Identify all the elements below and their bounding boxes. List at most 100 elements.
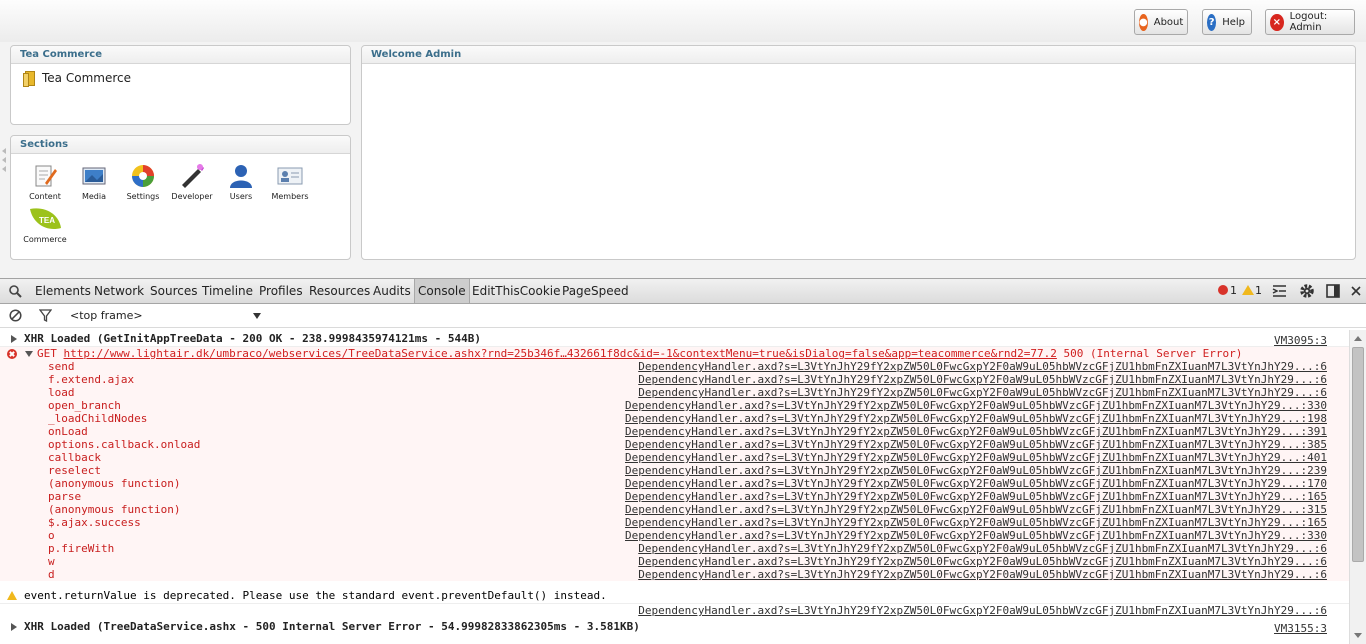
tab-elements[interactable]: Elements [35,279,91,303]
svg-text:TEA: TEA [39,216,55,225]
source-link[interactable]: DependencyHandler.axd?s=L3VtYnJhY29fY2xp… [625,451,1327,464]
error-count-icon[interactable] [1218,285,1228,295]
scroll-down-icon[interactable] [1354,633,1362,638]
tab-resources[interactable]: Resources [309,279,370,303]
stack-frame: p.fireWith DependencyHandler.axd?s=L3VtYn… [0,542,1349,555]
stack-function: _loadChildNodes [48,412,148,425]
sections-panel-title: Sections [11,136,350,154]
about-button[interactable]: ● About [1134,9,1188,35]
source-link[interactable]: DependencyHandler.axd?s=L3VtYnJhY29fY2xp… [625,412,1327,425]
source-link[interactable]: DependencyHandler.axd?s=L3VtYnJhY29fY2xp… [638,386,1327,399]
stack-function: callback [48,451,101,464]
section-media[interactable]: Media [71,163,117,201]
console-error-header[interactable]: GET http://www.lightair.dk/umbraco/webse… [0,347,1349,360]
tree-panel: Tea Commerce Tea Commerce [10,45,351,125]
source-link[interactable]: DependencyHandler.axd?s=L3VtYnJhY29fY2xp… [625,516,1327,529]
stack-frame: parse DependencyHandler.axd?s=L3VtYnJhY29… [0,490,1349,503]
source-link[interactable]: DependencyHandler.axd?s=L3VtYnJhY29fY2xp… [625,438,1327,451]
source-link[interactable]: DependencyHandler.axd?s=L3VtYnJhY29fY2xp… [638,360,1327,373]
warning-count[interactable]: 1 [1255,284,1262,297]
source-link[interactable]: DependencyHandler.axd?s=L3VtYnJhY29fY2xp… [625,425,1327,438]
filter-icon[interactable] [39,309,52,322]
tab-console[interactable]: Console [414,279,470,303]
logout-button[interactable]: × Logout: Admin [1265,9,1355,35]
close-icon[interactable] [1351,286,1361,296]
stack-frame: (anonymous function) DependencyHandler.ax… [0,477,1349,490]
tab-sources[interactable]: Sources [150,279,197,303]
error-icon [7,349,17,359]
stack-function: (anonymous function) [48,477,181,490]
stack-function: (anonymous function) [48,503,181,516]
tab-network[interactable]: Network [94,279,144,303]
scroll-thumb[interactable] [1352,347,1364,562]
console-message-xhr[interactable]: XHR Loaded (GetInitAppTreeData - 200 OK … [0,330,1349,347]
console-scrollbar[interactable] [1349,330,1366,644]
stack-function: send [48,360,75,373]
stack-function: f.extend.ajax [48,373,135,386]
stack-frame: load DependencyHandler.axd?s=L3VtYnJhY29f… [0,386,1349,399]
about-label: About [1153,16,1184,28]
source-link[interactable]: DependencyHandler.axd?s=L3VtYnJhY29fY2xp… [638,542,1327,555]
drawer-icon[interactable] [1272,284,1287,298]
tree-node-tea-commerce[interactable]: Tea Commerce [23,71,131,87]
tab-editthiscookie[interactable]: EditThisCookie [472,279,561,303]
stack-function: options.callback.onload [48,438,201,451]
warning-count-icon[interactable] [1242,285,1254,295]
stack-frame: reselect DependencyHandler.axd?s=L3VtYnJh… [0,464,1349,477]
source-link[interactable]: DependencyHandler.axd?s=L3VtYnJhY29fY2xp… [625,477,1327,490]
search-icon[interactable] [9,285,22,298]
scroll-up-icon[interactable] [1354,336,1362,341]
dock-icon[interactable] [1326,284,1340,298]
source-link[interactable]: DependencyHandler.axd?s=L3VtYnJhY29fY2xp… [625,503,1327,516]
console-message-xhr[interactable]: XHR Loaded (TreeDataService.ashx - 500 I… [0,618,1349,635]
tab-profiles[interactable]: Profiles [259,279,303,303]
source-link[interactable]: DependencyHandler.axd?s=L3VtYnJhY29fY2xp… [638,555,1327,568]
error-count[interactable]: 1 [1230,284,1237,297]
source-link[interactable]: DependencyHandler.axd?s=L3VtYnJhY29fY2xp… [638,568,1327,581]
source-link[interactable]: DependencyHandler.axd?s=L3VtYnJhY29fY2xp… [638,604,1327,617]
members-icon [277,167,303,185]
source-link[interactable]: DependencyHandler.axd?s=L3VtYnJhY29fY2xp… [638,373,1327,386]
clear-console-icon[interactable] [9,309,22,322]
collapse-grip[interactable] [2,148,7,172]
expand-triangle-icon[interactable] [11,623,17,631]
help-icon: ? [1207,13,1217,31]
chevron-down-icon [253,313,261,319]
source-link[interactable]: DependencyHandler.axd?s=L3VtYnJhY29fY2xp… [625,490,1327,503]
logout-label: Logout: Admin [1289,11,1328,33]
devtools-status: 1 1 [1206,279,1366,303]
stack-function: open_branch [48,399,121,412]
tab-pagespeed[interactable]: PageSpeed [562,279,629,303]
source-link[interactable]: DependencyHandler.axd?s=L3VtYnJhY29fY2xp… [625,529,1327,542]
help-button[interactable]: ? Help [1202,9,1252,35]
section-developer[interactable]: Developer [169,163,215,201]
expand-triangle-icon[interactable] [11,335,17,343]
tab-timeline[interactable]: Timeline [202,279,253,303]
section-settings[interactable]: Settings [120,163,166,201]
console-message-warning[interactable]: event.returnValue is deprecated. Please … [0,587,1349,604]
about-icon: ● [1139,13,1148,31]
stack-function: reselect [48,464,101,477]
stack-frame: onLoad DependencyHandler.axd?s=L3VtYnJhY2… [0,425,1349,438]
welcome-panel: Welcome Admin [361,45,1356,260]
tab-audits[interactable]: Audits [373,279,411,303]
source-link[interactable]: DependencyHandler.axd?s=L3VtYnJhY29fY2xp… [625,399,1327,412]
frame-select[interactable]: <top frame> [64,308,264,324]
section-users[interactable]: Users [218,163,264,201]
stack-frame: options.callback.onload DependencyHandler… [0,438,1349,451]
content-icon [35,165,57,187]
developer-icon [182,164,204,188]
section-commerce[interactable]: TEA Commerce [22,206,68,244]
devtools-toolbar: Elements Network Sources Timeline Profil… [0,279,1366,304]
source-link[interactable]: DependencyHandler.axd?s=L3VtYnJhY29fY2xp… [625,464,1327,477]
gear-icon[interactable] [1299,283,1315,299]
umbraco-backoffice: ● About ? Help × Logout: Admin Tea Comme… [0,0,1366,278]
collapse-triangle-icon[interactable] [25,351,33,357]
section-members[interactable]: Members [267,163,313,201]
console-output: XHR Loaded (GetInitAppTreeData - 200 OK … [0,330,1349,644]
source-link[interactable]: VM3155:3 [1274,620,1327,637]
error-url[interactable]: http://www.lightair.dk/umbraco/webservic… [64,347,1057,360]
stack-function: d [48,568,55,581]
section-content[interactable]: Content [22,163,68,201]
tree-node-label: Tea Commerce [42,71,131,85]
